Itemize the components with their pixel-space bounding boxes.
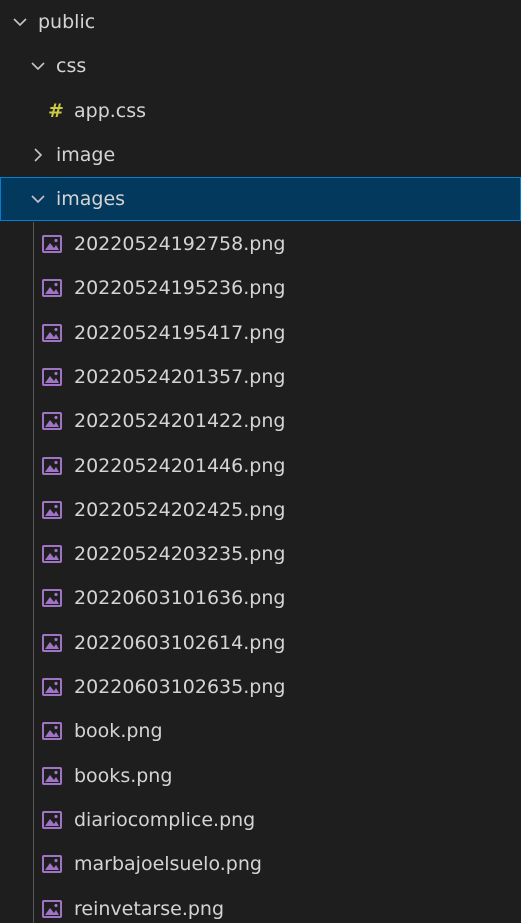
file-image-row[interactable]: diariocomplice.png	[0, 798, 521, 842]
file-image-row[interactable]: 20220603101636.png	[0, 576, 521, 620]
file-label: 20220524202425.png	[74, 499, 286, 521]
image-file-icon	[42, 501, 62, 519]
file-image-row[interactable]: reinvetarse.png	[0, 887, 521, 923]
hash-icon: #	[48, 100, 64, 122]
file-label: 20220524201357.png	[74, 366, 286, 388]
file-label: diariocomplice.png	[74, 809, 256, 831]
folder-label: images	[56, 188, 126, 210]
file-label: 20220524203235.png	[74, 543, 286, 565]
file-image-row[interactable]: 20220603102614.png	[0, 621, 521, 665]
image-file-icon	[42, 368, 62, 386]
image-file-icon	[42, 279, 62, 297]
file-image-row[interactable]: 20220524203235.png	[0, 532, 521, 576]
file-image-row[interactable]: books.png	[0, 754, 521, 798]
file-image-row[interactable]: 20220524195236.png	[0, 266, 521, 310]
folder-label: public	[38, 11, 96, 33]
file-label: 20220524195417.png	[74, 322, 286, 344]
chevron-right-icon	[28, 145, 48, 165]
folder-image[interactable]: image	[0, 133, 521, 177]
folder-images[interactable]: images	[0, 177, 521, 221]
file-image-row[interactable]: book.png	[0, 709, 521, 753]
folder-label: css	[56, 55, 87, 77]
file-image-row[interactable]: 20220603102635.png	[0, 665, 521, 709]
folder-label: image	[56, 144, 116, 166]
file-label: 20220524192758.png	[74, 233, 286, 255]
image-file-icon	[42, 589, 62, 607]
image-file-icon	[42, 235, 62, 253]
file-label: books.png	[74, 765, 173, 787]
image-file-icon	[42, 900, 62, 918]
file-image-row[interactable]: 20220524201357.png	[0, 355, 521, 399]
image-file-icon	[42, 678, 62, 696]
image-file-icon	[42, 545, 62, 563]
file-label: marbajoelsuelo.png	[74, 853, 262, 875]
folder-css[interactable]: css	[0, 44, 521, 88]
image-file-icon	[42, 811, 62, 829]
file-image-row[interactable]: 20220524195417.png	[0, 311, 521, 355]
image-file-icon	[42, 412, 62, 430]
file-label: app.css	[74, 100, 147, 122]
file-label: 20220603101636.png	[74, 587, 286, 609]
image-file-icon	[42, 767, 62, 785]
image-file-icon	[42, 457, 62, 475]
file-label: reinvetarse.png	[74, 898, 225, 920]
image-file-icon	[42, 722, 62, 740]
file-image-row[interactable]: 20220524201446.png	[0, 444, 521, 488]
file-explorer-tree: public css # app.css image images 202205…	[0, 0, 521, 923]
file-app-css[interactable]: # app.css	[0, 89, 521, 133]
chevron-down-icon	[28, 189, 48, 209]
chevron-down-icon	[10, 12, 30, 32]
image-file-icon	[42, 855, 62, 873]
image-file-icon	[42, 634, 62, 652]
chevron-down-icon	[28, 56, 48, 76]
file-image-row[interactable]: 20220524201422.png	[0, 399, 521, 443]
file-label: 20220603102635.png	[74, 676, 286, 698]
file-label: book.png	[74, 720, 163, 742]
file-image-row[interactable]: 20220524192758.png	[0, 222, 521, 266]
file-label: 20220603102614.png	[74, 632, 286, 654]
file-image-row[interactable]: 20220524202425.png	[0, 488, 521, 532]
image-file-icon	[42, 324, 62, 342]
file-image-row[interactable]: marbajoelsuelo.png	[0, 842, 521, 886]
file-label: 20220524201422.png	[74, 410, 286, 432]
file-label: 20220524201446.png	[74, 455, 286, 477]
folder-public[interactable]: public	[0, 0, 521, 44]
file-label: 20220524195236.png	[74, 277, 286, 299]
